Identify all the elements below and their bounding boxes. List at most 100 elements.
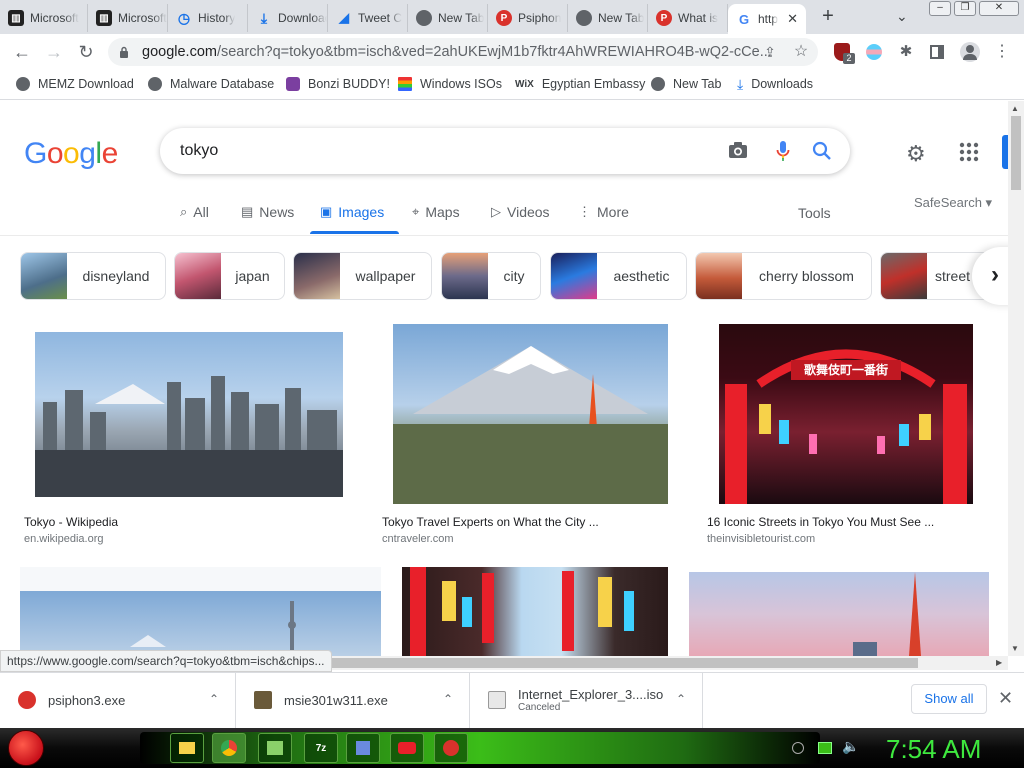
chrome-icon[interactable] bbox=[212, 733, 246, 763]
download-item-ie-iso[interactable]: Internet_Explorer_3....iso Canceled ⌃ bbox=[470, 672, 703, 728]
puzzle-icon[interactable]: ✱ bbox=[898, 44, 914, 60]
reload-icon[interactable]: ↻ bbox=[76, 42, 96, 62]
profile-avatar[interactable] bbox=[960, 42, 980, 62]
result-source[interactable]: en.wikipedia.org bbox=[24, 533, 104, 545]
new-tab-button[interactable]: + bbox=[816, 6, 840, 28]
chevron-up-icon[interactable]: ⌃ bbox=[443, 692, 453, 706]
chip-disneyland[interactable]: disneyland bbox=[20, 252, 166, 300]
minimize-button[interactable]: – bbox=[929, 1, 951, 16]
safesearch-dropdown[interactable]: SafeSearch ▾ bbox=[914, 195, 992, 211]
tray-chevron-icon[interactable] bbox=[792, 742, 804, 754]
share-icon[interactable]: ⇪ bbox=[762, 44, 778, 60]
tab-images[interactable]: ▣ Images bbox=[320, 204, 384, 220]
image-result[interactable] bbox=[402, 567, 668, 656]
file-explorer-icon[interactable] bbox=[170, 733, 204, 763]
7zip-icon[interactable]: 7z bbox=[304, 733, 338, 763]
search-box[interactable]: tokyo bbox=[160, 128, 850, 174]
result-source[interactable]: theinvisibletourist.com bbox=[707, 533, 815, 545]
image-result[interactable] bbox=[20, 567, 381, 656]
google-logo[interactable]: Google bbox=[24, 137, 118, 171]
tab-1[interactable]: ▥ Microsoft bbox=[0, 4, 88, 32]
chevron-up-icon[interactable]: ⌃ bbox=[209, 692, 219, 706]
tab-4[interactable]: ⤓ Downloads bbox=[248, 4, 328, 32]
network-icon[interactable] bbox=[818, 742, 832, 754]
tab-active[interactable]: Ghttp ✕ bbox=[728, 4, 806, 34]
search-icon[interactable] bbox=[812, 141, 832, 161]
window-close-button[interactable]: ✕ bbox=[979, 1, 1019, 16]
start-button[interactable] bbox=[8, 730, 44, 766]
bookmark-downloads[interactable]: ⤓ Downloads bbox=[737, 76, 813, 92]
download-item-msie[interactable]: msie301w311.exe ⌃ bbox=[236, 672, 470, 728]
tab-news[interactable]: ▤ News bbox=[241, 204, 294, 220]
show-all-button[interactable]: Show all bbox=[911, 684, 987, 714]
bookmark-bonzi[interactable]: Bonzi BUDDY! bbox=[286, 76, 390, 92]
bookmark-windows-isos[interactable]: Windows ISOs bbox=[398, 76, 502, 92]
kebab-menu-icon[interactable]: ⋮ bbox=[994, 44, 1010, 60]
tab-all[interactable]: ⌕ All bbox=[180, 204, 209, 220]
msn-icon[interactable] bbox=[258, 733, 292, 763]
vertical-scroll-thumb[interactable] bbox=[1011, 116, 1021, 190]
image-result[interactable] bbox=[689, 567, 989, 656]
tab-2[interactable]: ▥ Microsoft bbox=[88, 4, 168, 32]
bookmark-egyptian-embassy[interactable]: WiX Egyptian Embassy bbox=[515, 76, 645, 92]
tab-8[interactable]: New Tab bbox=[568, 4, 648, 32]
volume-icon[interactable]: 🔈 bbox=[842, 738, 859, 755]
result-title[interactable]: Tokyo Travel Experts on What the City ..… bbox=[382, 515, 599, 529]
apps-grid-icon[interactable] bbox=[958, 141, 980, 163]
download-item-psiphon[interactable]: psiphon3.exe ⌃ bbox=[0, 672, 236, 728]
result-image[interactable] bbox=[393, 324, 668, 504]
result-image[interactable] bbox=[35, 332, 343, 497]
tab-search-chevron-icon[interactable]: ⌄ bbox=[896, 8, 908, 25]
result-image[interactable] bbox=[402, 567, 668, 656]
result-title[interactable]: Tokyo - Wikipedia bbox=[24, 515, 118, 529]
tab-3[interactable]: ◷ History bbox=[168, 4, 248, 32]
camera-icon[interactable] bbox=[728, 141, 748, 159]
chip-wallpaper[interactable]: wallpaper bbox=[293, 252, 432, 300]
extension-icon[interactable] bbox=[866, 44, 882, 60]
result-image[interactable] bbox=[20, 591, 381, 656]
bookmark-new-tab[interactable]: New Tab bbox=[651, 76, 721, 92]
tab-more[interactable]: ⋮ More bbox=[578, 204, 629, 220]
settings-gear-icon[interactable]: ⚙ bbox=[906, 141, 926, 167]
chip-japan[interactable]: japan bbox=[174, 252, 285, 300]
maximize-button[interactable]: ❐ bbox=[954, 1, 976, 16]
chevron-up-icon[interactable]: ⌃ bbox=[676, 692, 686, 706]
result-image[interactable] bbox=[689, 572, 989, 656]
tools-button[interactable]: Tools bbox=[798, 205, 831, 221]
chip-cherry-blossom[interactable]: cherry blossom bbox=[695, 252, 872, 300]
youtube-icon[interactable] bbox=[390, 733, 424, 763]
forward-arrow-icon[interactable]: → bbox=[44, 42, 64, 62]
calculator-icon[interactable] bbox=[346, 733, 380, 763]
image-result-theinvisibletourist[interactable]: 歌舞伎町一番街 16 Iconic Streets in Tokyo You M… bbox=[703, 323, 989, 548]
image-result-wikipedia[interactable]: Tokyo - Wikipedia en.wikipedia.org bbox=[20, 323, 360, 548]
microphone-icon[interactable] bbox=[776, 140, 790, 162]
logo-letter: o bbox=[46, 137, 64, 170]
close-tab-icon[interactable]: ✕ bbox=[787, 11, 798, 27]
close-icon[interactable]: ✕ bbox=[998, 688, 1013, 709]
back-arrow-icon[interactable]: ← bbox=[12, 42, 32, 62]
clock[interactable]: 7:54 AM bbox=[886, 734, 981, 765]
globe-icon bbox=[651, 77, 665, 91]
result-source[interactable]: cntraveler.com bbox=[382, 533, 454, 545]
tab-7[interactable]: P Psiphon bbox=[488, 4, 568, 32]
scroll-up-arrow-icon[interactable]: ▲ bbox=[1011, 104, 1019, 113]
chip-aesthetic[interactable]: aesthetic bbox=[550, 252, 687, 300]
address-bar[interactable]: google.com/search?q=tokyo&tbm=isch&ved=2… bbox=[108, 38, 818, 66]
scroll-right-arrow-icon[interactable]: ▶ bbox=[996, 658, 1002, 667]
scroll-down-arrow-icon[interactable]: ▼ bbox=[1011, 644, 1019, 653]
bookmark-memz[interactable]: MEMZ Download bbox=[16, 76, 134, 92]
tab-maps[interactable]: ⌖ Maps bbox=[412, 204, 460, 220]
tab-5[interactable]: ◢ Tweet C bbox=[328, 4, 408, 32]
bookmark-malware-db[interactable]: Malware Database bbox=[148, 76, 274, 92]
bookmark-star-icon[interactable]: ☆ bbox=[793, 44, 809, 60]
psiphon-icon[interactable] bbox=[434, 733, 468, 763]
tab-videos[interactable]: ▷ Videos bbox=[491, 204, 550, 220]
tab-9[interactable]: P What is bbox=[648, 4, 728, 32]
side-panel-icon[interactable] bbox=[930, 45, 944, 59]
search-input[interactable]: tokyo bbox=[180, 142, 218, 160]
result-image[interactable]: 歌舞伎町一番街 bbox=[719, 324, 973, 504]
chip-city[interactable]: city bbox=[441, 252, 541, 300]
tab-6[interactable]: New Tab bbox=[408, 4, 488, 32]
image-result-cntraveler[interactable]: Tokyo Travel Experts on What the City ..… bbox=[378, 323, 684, 548]
result-title[interactable]: 16 Iconic Streets in Tokyo You Must See … bbox=[707, 515, 934, 529]
